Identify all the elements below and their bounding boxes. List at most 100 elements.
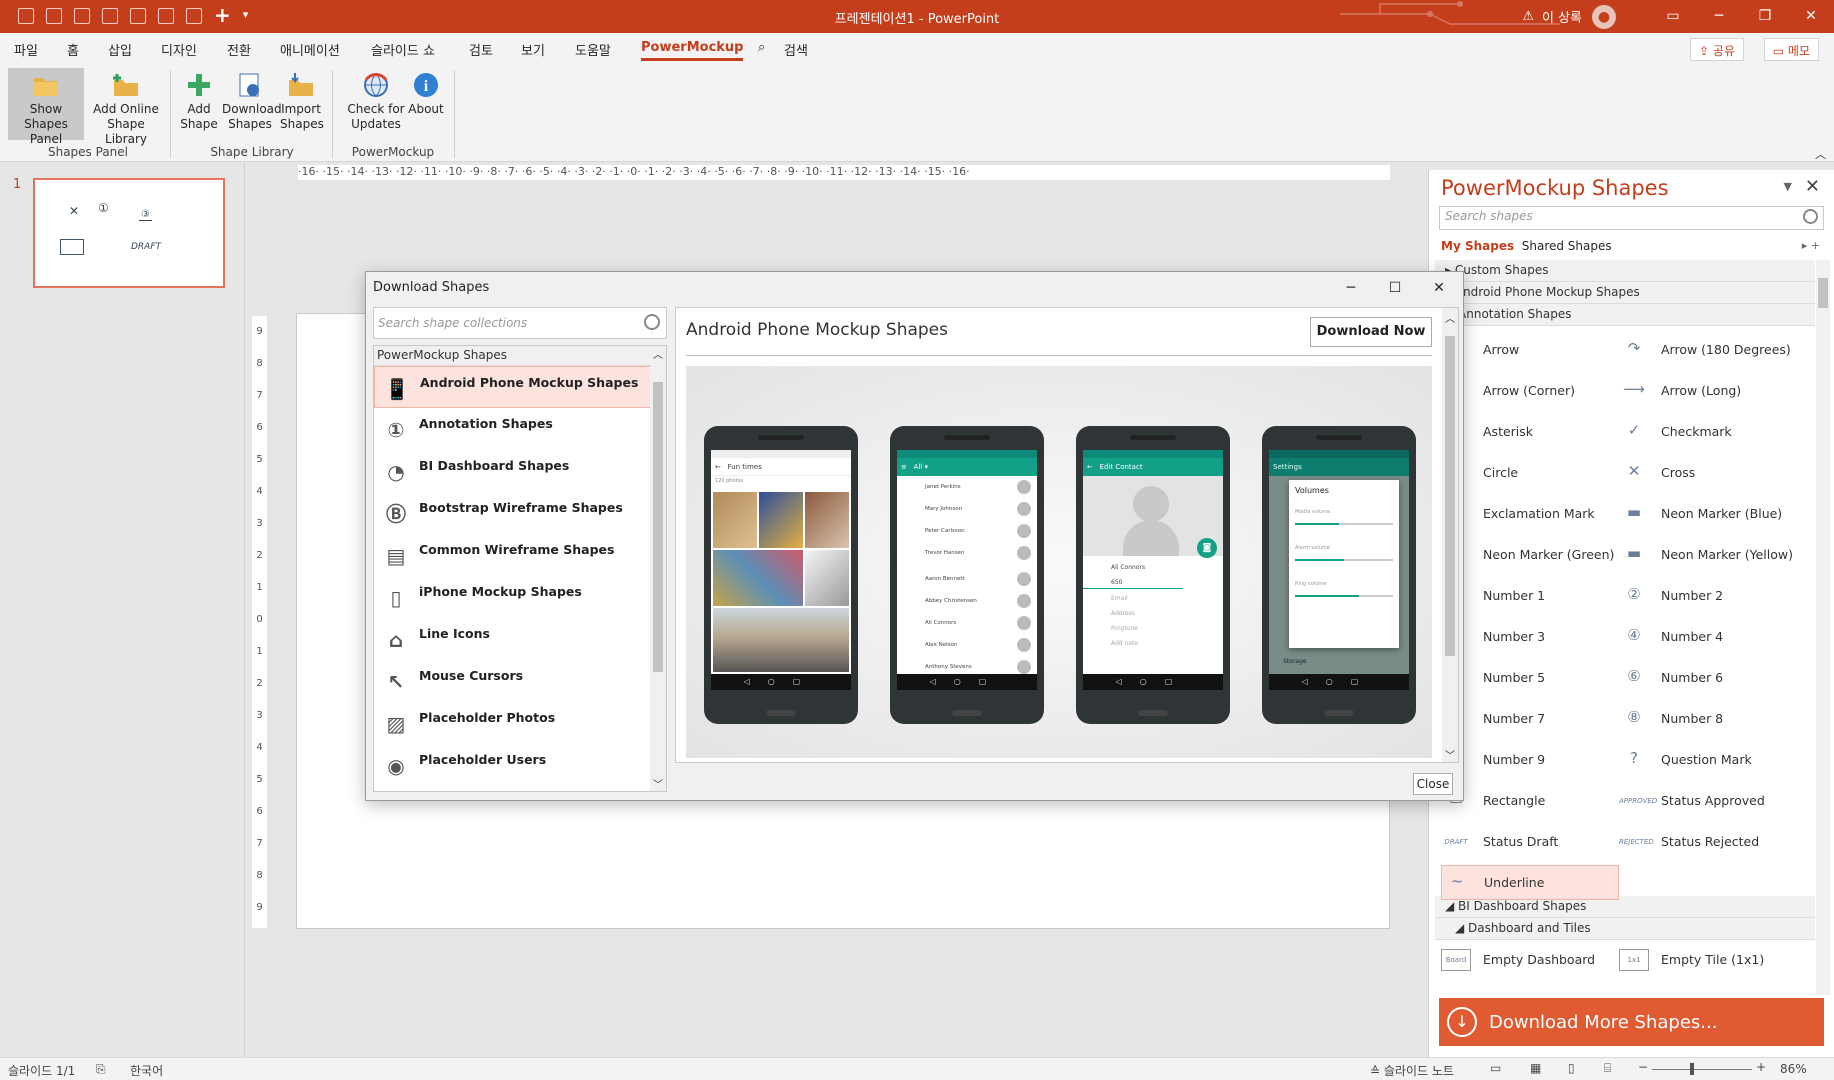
shape-item[interactable]: ② Number 2 bbox=[1619, 578, 1797, 613]
import-shapes-button[interactable]: Import Shapes bbox=[280, 68, 324, 140]
tab-help[interactable]: 도움말 bbox=[575, 40, 611, 59]
tab-home[interactable]: 홈 bbox=[67, 40, 79, 59]
close-icon[interactable]: ✕ bbox=[1788, 0, 1834, 33]
shape-item[interactable]: ⑧ Number 8 bbox=[1619, 701, 1797, 736]
avatar[interactable]: ● bbox=[1592, 4, 1616, 29]
shape-item[interactable]: APPROVED Status Approved bbox=[1619, 783, 1797, 818]
shape-item[interactable]: ↷ Arrow (180 Degrees) bbox=[1619, 332, 1797, 367]
minimize-icon[interactable]: ─ bbox=[1329, 275, 1373, 301]
collection-item[interactable]: ◉ Placeholder Users bbox=[374, 744, 651, 786]
shape-item[interactable]: ○Circle bbox=[1441, 455, 1619, 490]
close-button[interactable]: Close bbox=[1413, 773, 1453, 795]
section-dashboard-tiles[interactable]: ◢ Dashboard and Tiles bbox=[1435, 918, 1815, 940]
shape-item[interactable]: DRAFT Status Draft bbox=[1441, 824, 1619, 859]
zoom-out-icon[interactable]: − bbox=[1638, 1060, 1648, 1074]
zoom-level[interactable]: 86% bbox=[1780, 1062, 1807, 1076]
shape-item[interactable]: REJECTED Status Rejected bbox=[1619, 824, 1797, 859]
collection-item[interactable]: Ⓑ Bootstrap Wireframe Shapes bbox=[374, 492, 651, 534]
shape-item[interactable]: ⑦Number 7 bbox=[1441, 701, 1619, 736]
download-shapes-button[interactable]: Download Shapes bbox=[222, 68, 282, 140]
show-shapes-panel-button[interactable]: Show Shapes Panel bbox=[8, 68, 84, 146]
shape-item[interactable]: !Exclamation Mark bbox=[1441, 496, 1619, 531]
collection-item[interactable]: ◔ BI Dashboard Shapes bbox=[374, 450, 651, 492]
collection-search-input[interactable]: Search shape collections bbox=[373, 307, 667, 339]
reading-view-icon[interactable]: ▯ bbox=[1568, 1061, 1575, 1075]
slideshow-view-icon[interactable]: ⌸ bbox=[1604, 1061, 1611, 1076]
tab-design[interactable]: 디자인 bbox=[161, 40, 197, 59]
shape-search-input[interactable]: Search shapes bbox=[1439, 206, 1824, 230]
tab-file[interactable]: 파일 bbox=[14, 40, 38, 59]
shape-item[interactable]: ✱Asterisk bbox=[1441, 414, 1619, 449]
search-icon[interactable] bbox=[644, 314, 660, 330]
shape-item[interactable]: ①Number 1 bbox=[1441, 578, 1619, 613]
panel-close-icon[interactable]: ✕ bbox=[1805, 176, 1820, 197]
tab-search[interactable]: 검색 bbox=[784, 40, 808, 59]
shape-item[interactable]: ✕ Cross bbox=[1619, 455, 1797, 490]
shape-item[interactable]: ✓ Checkmark bbox=[1619, 414, 1797, 449]
shape-item[interactable]: ? Question Mark bbox=[1619, 742, 1797, 777]
collection-item[interactable]: ① Annotation Shapes bbox=[374, 408, 651, 450]
zoom-thumb[interactable] bbox=[1690, 1063, 1694, 1075]
download-now-button[interactable]: Download Now bbox=[1310, 317, 1432, 347]
ribbon-display-icon[interactable]: ▭ bbox=[1650, 0, 1696, 33]
panel-options-icon[interactable]: ▼ bbox=[1784, 180, 1792, 193]
add-shape-button[interactable]: Add Shape bbox=[178, 68, 220, 140]
shape-item[interactable]: ▬ Neon Marker (Yellow) bbox=[1619, 537, 1797, 572]
slide-thumbnail[interactable]: ✕ ① ③ DRAFT bbox=[33, 178, 225, 288]
panel-scrollbar[interactable] bbox=[1816, 260, 1830, 995]
collection-item[interactable]: ↖ Mouse Cursors bbox=[374, 660, 651, 702]
add-online-library-button[interactable]: Add Online Shape Library bbox=[86, 68, 166, 146]
shape-item[interactable]: ⟶ Arrow (Long) bbox=[1619, 373, 1797, 408]
collection-item[interactable]: ▤ Common Wireframe Shapes bbox=[374, 534, 651, 576]
shape-item[interactable]: ⑨Number 9 bbox=[1441, 742, 1619, 777]
about-button[interactable]: i About bbox=[408, 68, 444, 140]
share-button[interactable]: ⇪ 공유 bbox=[1690, 38, 1744, 61]
collection-item[interactable]: 📱 Android Phone Mockup Shapes bbox=[374, 366, 651, 408]
tab-slideshow[interactable]: 슬라이드 쇼 bbox=[371, 40, 435, 59]
zoom-in-icon[interactable]: + bbox=[1756, 1060, 1766, 1074]
tab-transitions[interactable]: 전환 bbox=[227, 40, 251, 59]
maximize-icon[interactable]: ☐ bbox=[1373, 275, 1417, 301]
user-name[interactable]: 이 상록 bbox=[1542, 7, 1582, 26]
panel-nav-icon[interactable]: ▸ + bbox=[1802, 239, 1820, 252]
collection-item[interactable]: ▨ Placeholder Photos bbox=[374, 702, 651, 744]
search-icon[interactable]: ⌕ bbox=[758, 40, 765, 55]
sorter-view-icon[interactable]: ▦ bbox=[1530, 1061, 1541, 1075]
shape-item[interactable]: ▬Neon Marker (Green) bbox=[1441, 537, 1619, 572]
tab-shared-shapes[interactable]: Shared Shapes bbox=[1522, 239, 1612, 253]
shape-item[interactable]: 1x1 Empty Tile (1x1) bbox=[1619, 942, 1797, 977]
download-more-button[interactable]: ↓ Download More Shapes... bbox=[1439, 998, 1824, 1046]
accessibility-icon[interactable]: ⎘ bbox=[96, 1062, 106, 1077]
shape-item[interactable]: ⑥ Number 6 bbox=[1619, 660, 1797, 695]
section-custom[interactable]: ▸ Custom Shapes bbox=[1435, 260, 1815, 282]
preview-scrollbar[interactable]: ︿ ﹀ bbox=[1442, 308, 1458, 762]
shape-item[interactable]: ③Number 3 bbox=[1441, 619, 1619, 654]
shape-item[interactable]: ▬ Neon Marker (Blue) bbox=[1619, 496, 1797, 531]
tab-insert[interactable]: 삽입 bbox=[108, 40, 132, 59]
collection-item[interactable]: ⌂ Line Icons bbox=[374, 618, 651, 660]
minimize-icon[interactable]: ─ bbox=[1696, 0, 1742, 33]
tab-powermockup[interactable]: PowerMockup bbox=[641, 40, 744, 61]
check-updates-button[interactable]: Check for Updates bbox=[344, 68, 408, 140]
normal-view-icon[interactable]: ▭ bbox=[1490, 1061, 1501, 1075]
shape-item[interactable]: ▭Rectangle bbox=[1441, 783, 1619, 818]
maximize-icon[interactable]: ❐ bbox=[1742, 0, 1788, 33]
shape-item[interactable]: ④ Number 4 bbox=[1619, 619, 1797, 654]
shape-item[interactable]: ↳Arrow (Corner) bbox=[1441, 373, 1619, 408]
comments-button[interactable]: ▭ 메모 bbox=[1763, 38, 1819, 61]
close-icon[interactable]: ✕ bbox=[1417, 275, 1461, 301]
list-scrollbar[interactable]: ︿ ﹀ bbox=[650, 346, 666, 791]
tab-review[interactable]: 검토 bbox=[469, 40, 493, 59]
tab-animations[interactable]: 애니메이션 bbox=[280, 40, 340, 59]
shape-item[interactable]: Board Empty Dashboard bbox=[1441, 942, 1619, 977]
search-icon[interactable] bbox=[1803, 209, 1818, 224]
shape-item[interactable]: →Arrow bbox=[1441, 332, 1619, 367]
warning-icon[interactable]: ⚠ bbox=[1522, 9, 1534, 24]
language-indicator[interactable]: 한국어 bbox=[130, 1062, 163, 1079]
section-annotation[interactable]: ◢ Annotation Shapes bbox=[1435, 304, 1815, 326]
tab-view[interactable]: 보기 bbox=[521, 40, 545, 59]
notes-button[interactable]: ≙ 슬라이드 노트 bbox=[1370, 1062, 1454, 1079]
tab-my-shapes[interactable]: My Shapes bbox=[1441, 239, 1514, 253]
shape-item[interactable]: ⑤Number 5 bbox=[1441, 660, 1619, 695]
collection-item[interactable]: ▯ iPhone Mockup Shapes bbox=[374, 576, 651, 618]
